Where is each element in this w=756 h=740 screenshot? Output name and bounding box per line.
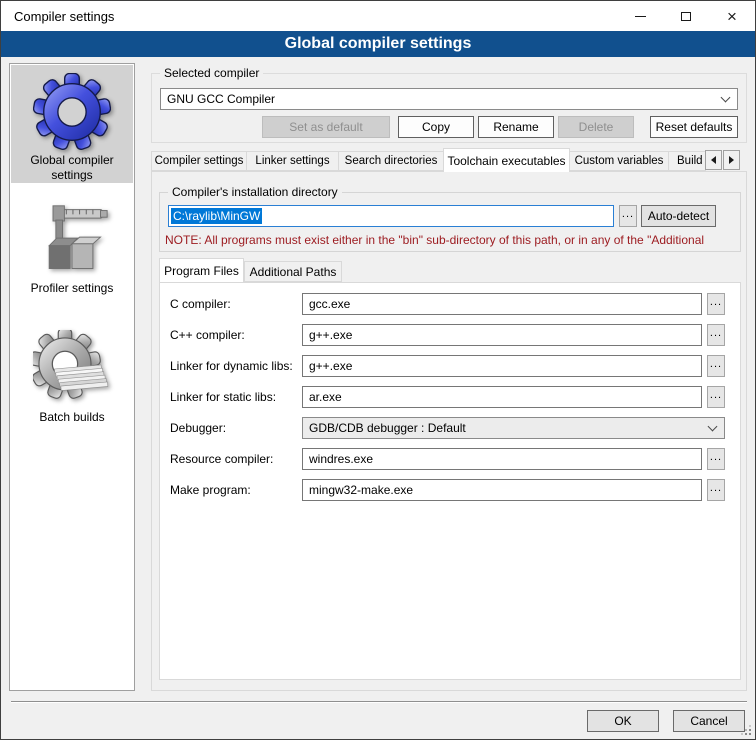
selected-compiler-legend: Selected compiler (160, 66, 263, 80)
compiler-select-value: GNU GCC Compiler (167, 92, 275, 106)
tab-toolchain-executables[interactable]: Toolchain executables (443, 148, 570, 172)
sidebar-item-label: Global compiler settings (11, 153, 133, 183)
maximize-button[interactable] (663, 1, 709, 31)
dynamic-linker-row: Linker for dynamic libs: ... (170, 355, 726, 377)
static-linker-row: Linker for static libs: ... (170, 386, 726, 408)
tab-scroll-buttons (704, 150, 740, 170)
settings-sidebar: Global compiler settings (9, 63, 135, 691)
debugger-select[interactable]: GDB/CDB debugger : Default (302, 417, 725, 439)
make-program-row: Make program: ... (170, 479, 726, 501)
minimize-icon (635, 16, 646, 17)
c-compiler-input[interactable] (302, 293, 702, 315)
installation-directory-input[interactable]: C:\raylib\MinGW (168, 205, 614, 227)
installation-directory-value: C:\raylib\MinGW (171, 208, 262, 224)
cpp-compiler-label: C++ compiler: (170, 328, 302, 342)
blue-gear-icon (11, 71, 133, 153)
make-program-label: Make program: (170, 483, 302, 497)
tab-scroll-right-button[interactable] (723, 150, 740, 170)
sidebar-item-label: Batch builds (11, 410, 133, 425)
debugger-select-value: GDB/CDB debugger : Default (309, 421, 466, 435)
compiler-buttons-row: Set as default Copy Rename Delete Reset … (160, 116, 738, 138)
resource-compiler-label: Resource compiler: (170, 452, 302, 466)
installation-directory-browse-button[interactable]: ... (619, 205, 637, 227)
cpp-compiler-input[interactable] (302, 324, 702, 346)
minimize-button[interactable] (617, 1, 663, 31)
cancel-button[interactable]: Cancel (673, 710, 745, 732)
caption-buttons: × (617, 1, 755, 31)
scroll-left-icon (711, 156, 716, 164)
close-icon: × (727, 8, 737, 25)
program-files-page: C compiler: ... C++ compiler: ... Linker… (159, 282, 741, 680)
chevron-down-icon (721, 93, 731, 103)
cpp-compiler-row: C++ compiler: ... (170, 324, 726, 346)
tab-compiler-settings[interactable]: Compiler settings (151, 151, 247, 171)
tab-build-options[interactable]: Build (668, 151, 706, 171)
dynamic-linker-label: Linker for dynamic libs: (170, 359, 302, 373)
installation-directory-group: Compiler's installation directory C:\ray… (159, 192, 741, 252)
resource-compiler-row: Resource compiler: ... (170, 448, 726, 470)
scroll-right-icon (729, 156, 734, 164)
static-linker-label: Linker for static libs: (170, 390, 302, 404)
tab-scroll-left-button[interactable] (705, 150, 722, 170)
close-button[interactable]: × (709, 1, 755, 31)
window-title: Compiler settings (14, 9, 114, 24)
set-as-default-button[interactable]: Set as default (262, 116, 390, 138)
tab-search-directories[interactable]: Search directories (338, 151, 444, 171)
make-program-input[interactable] (302, 479, 702, 501)
resource-compiler-input[interactable] (302, 448, 702, 470)
subtab-additional-paths[interactable]: Additional Paths (244, 261, 342, 282)
compiler-settings-window: Compiler settings × Global compiler sett… (0, 0, 756, 740)
toolchain-executables-page: Compiler's installation directory C:\ray… (151, 171, 747, 691)
sidebar-item-batch-builds[interactable]: Batch builds (11, 322, 133, 425)
auto-detect-button[interactable]: Auto-detect (641, 205, 716, 227)
reset-defaults-button[interactable]: Reset defaults (650, 116, 738, 138)
maximize-icon (681, 12, 691, 21)
resource-compiler-browse-button[interactable]: ... (707, 448, 725, 470)
sidebar-item-profiler-settings[interactable]: Profiler settings (11, 193, 133, 296)
footer-divider (11, 701, 747, 703)
caliper-icon (11, 199, 133, 281)
gray-gear-stack-icon (11, 328, 133, 410)
sidebar-item-label: Profiler settings (11, 281, 133, 296)
rename-button[interactable]: Rename (478, 116, 554, 138)
c-compiler-row: C compiler: ... (170, 293, 726, 315)
installation-directory-legend: Compiler's installation directory (168, 185, 342, 199)
copy-button[interactable]: Copy (398, 116, 474, 138)
installation-note: NOTE: All programs must exist either in … (165, 233, 748, 247)
sidebar-item-global-compiler-settings[interactable]: Global compiler settings (11, 65, 133, 183)
selected-compiler-group: Selected compiler GNU GCC Compiler Set a… (151, 73, 747, 143)
c-compiler-browse-button[interactable]: ... (707, 293, 725, 315)
page-title: Global compiler settings (1, 31, 755, 57)
dynamic-linker-input[interactable] (302, 355, 702, 377)
ok-button[interactable]: OK (587, 710, 659, 732)
debugger-label: Debugger: (170, 421, 302, 435)
cpp-compiler-browse-button[interactable]: ... (707, 324, 725, 346)
compiler-select[interactable]: GNU GCC Compiler (160, 88, 738, 110)
installation-directory-row: C:\raylib\MinGW ... Auto-detect (168, 205, 716, 227)
tab-linker-settings[interactable]: Linker settings (246, 151, 339, 171)
static-linker-input[interactable] (302, 386, 702, 408)
delete-button[interactable]: Delete (558, 116, 634, 138)
resize-grip-icon[interactable] (740, 724, 752, 736)
subtab-program-files[interactable]: Program Files (159, 258, 244, 282)
c-compiler-label: C compiler: (170, 297, 302, 311)
static-linker-browse-button[interactable]: ... (707, 386, 725, 408)
settings-tabstrip: Compiler settings Linker settings Search… (151, 148, 749, 172)
tab-custom-variables[interactable]: Custom variables (569, 151, 669, 171)
dynamic-linker-browse-button[interactable]: ... (707, 355, 725, 377)
debugger-row: Debugger: GDB/CDB debugger : Default (170, 417, 726, 439)
make-program-browse-button[interactable]: ... (707, 479, 725, 501)
chevron-down-icon (708, 422, 718, 432)
